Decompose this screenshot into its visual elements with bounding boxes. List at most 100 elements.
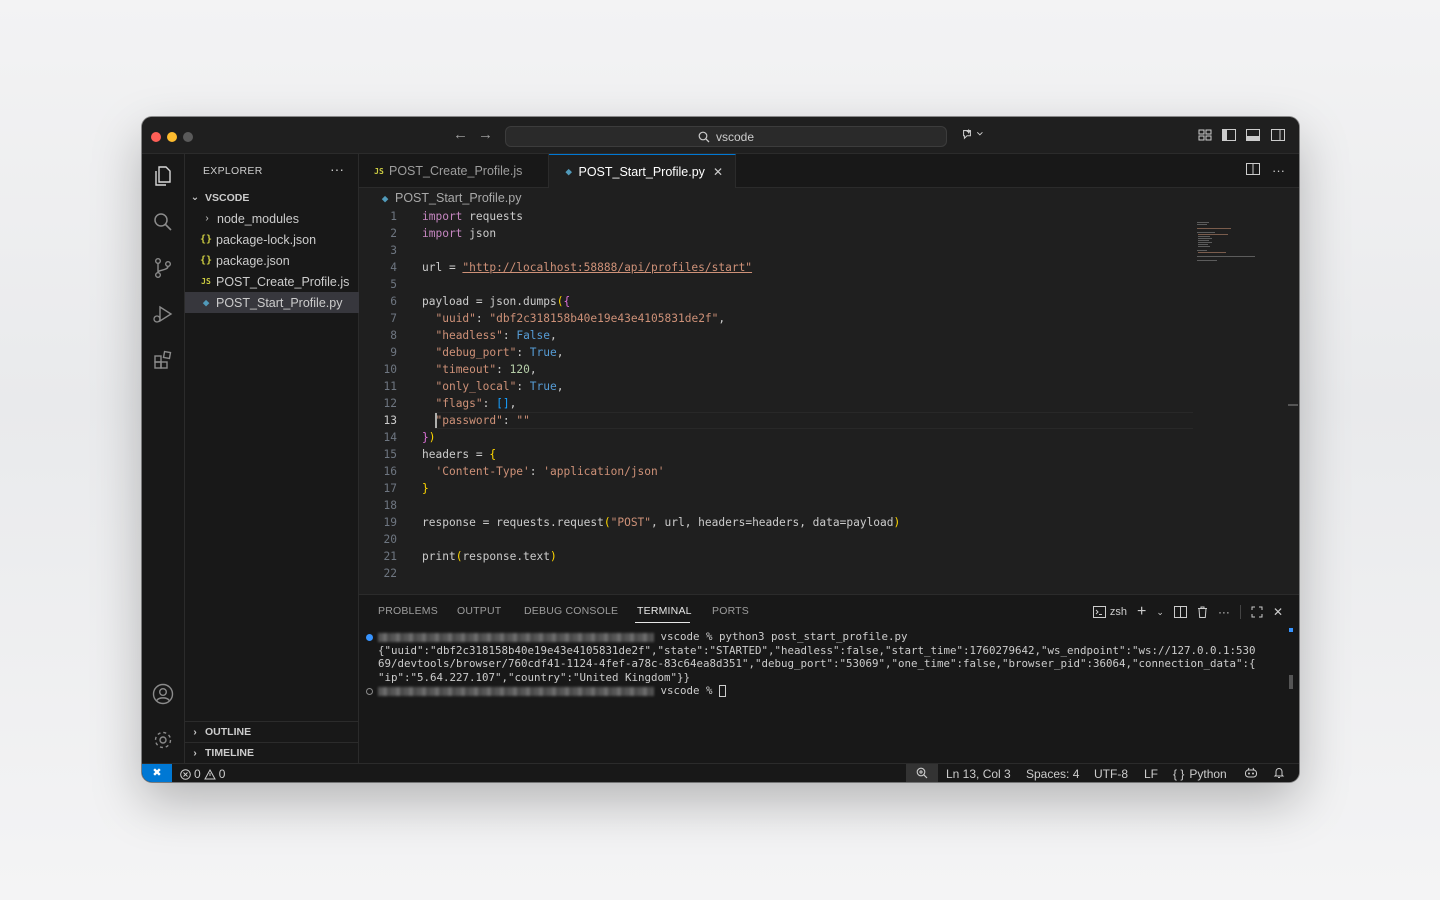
timeline-section-header[interactable]: › TIMELINE <box>185 742 359 763</box>
line-number: 20 <box>383 533 397 546</box>
problems-status[interactable]: 0 0 <box>180 767 225 781</box>
explorer-icon[interactable] <box>151 164 175 188</box>
root-folder-header[interactable]: ⌄ VSCODE <box>185 187 359 208</box>
command-pending-dot <box>366 688 373 695</box>
json-file-icon: {} <box>199 234 213 245</box>
command-center-search[interactable]: vscode <box>505 126 947 147</box>
extensions-icon[interactable] <box>151 348 175 372</box>
command-center-label: vscode <box>715 129 755 144</box>
tree-item-label: package.json <box>216 253 290 268</box>
new-terminal-icon[interactable]: + <box>1137 603 1146 621</box>
terminal-prompt-line[interactable]: vscode % <box>378 684 727 698</box>
explorer-sidebar: EXPLORER ··· ⌄ VSCODE › node_modules {} … <box>185 154 359 763</box>
error-count: 0 <box>194 767 201 781</box>
tree-item-package-lock[interactable]: {} package-lock.json <box>185 229 359 250</box>
tab-ports[interactable]: PORTS <box>712 605 749 617</box>
tab-problems[interactable]: PROBLEMS <box>378 605 438 617</box>
source-control-icon[interactable] <box>151 256 175 280</box>
shell-label: zsh <box>1109 606 1128 618</box>
active-tab-indicator <box>635 622 690 623</box>
language-mode[interactable]: { } Python <box>1173 767 1227 781</box>
tab-post-create-profile-js[interactable]: JS POST_Create_Profile.js <box>359 154 549 188</box>
tree-item-label: POST_Start_Profile.py <box>216 295 343 310</box>
customize-layout-icon[interactable] <box>1198 129 1212 141</box>
tree-item-create-profile-js[interactable]: JS POST_Create_Profile.js <box>185 271 359 292</box>
end-of-line[interactable]: LF <box>1144 767 1158 781</box>
code-editor[interactable]: 1 2 3 4 5 6 7 8 9 10 11 12 13 14 15 16 17 18 19 20 21 22 impo… <box>359 208 1299 594</box>
trash-icon[interactable] <box>1197 606 1208 618</box>
close-icon[interactable]: ✕ <box>713 165 723 179</box>
terminal-shell-selector[interactable]: zsh <box>1092 606 1128 618</box>
language-label: Python <box>1189 767 1227 781</box>
more-actions-icon[interactable]: ··· <box>1272 163 1285 178</box>
text-cursor <box>435 413 437 428</box>
maximize-panel-icon[interactable] <box>1251 606 1263 618</box>
editor-actions: ··· <box>1246 163 1285 178</box>
minimap[interactable] <box>1194 208 1264 268</box>
line-number: 22 <box>383 567 397 580</box>
accounts-icon[interactable] <box>151 682 175 706</box>
close-window-button[interactable] <box>151 132 161 142</box>
activity-bar <box>142 154 185 763</box>
zoom-icon[interactable] <box>906 764 938 782</box>
tab-label: POST_Create_Profile.js <box>389 164 523 178</box>
gear-icon[interactable] <box>151 728 175 752</box>
more-actions-icon[interactable]: ··· <box>330 161 344 177</box>
bell-icon[interactable] <box>1273 767 1285 782</box>
indentation[interactable]: Spaces: 4 <box>1026 767 1079 781</box>
split-terminal-icon[interactable] <box>1173 606 1187 618</box>
tree-item-label: POST_Create_Profile.js <box>216 274 350 289</box>
warning-count: 0 <box>218 767 226 781</box>
close-icon[interactable]: ✕ <box>1273 605 1283 619</box>
tree-item-label: package-lock.json <box>216 232 317 247</box>
breadcrumb-file: POST_Start_Profile.py <box>395 191 522 205</box>
root-folder-label: VSCODE <box>205 191 250 204</box>
braces-icon: { } <box>1173 767 1185 781</box>
split-editor-icon[interactable] <box>1246 163 1260 175</box>
vscode-window: ← → vscode EXPLORER ··· ⌄ VSCODE › node_… <box>142 117 1299 782</box>
breadcrumb[interactable]: ◆ POST_Start_Profile.py <box>359 188 1299 208</box>
explorer-title: EXPLORER <box>203 165 263 177</box>
terminal-icon <box>1092 606 1106 618</box>
line-number: 3 <box>390 244 397 257</box>
tree-item-package-json[interactable]: {} package.json <box>185 250 359 271</box>
python-file-icon: ◆ <box>565 165 573 178</box>
go-forward-icon[interactable]: → <box>478 127 493 143</box>
chevron-right-icon: › <box>193 747 197 759</box>
tree-item-node-modules[interactable]: › node_modules <box>185 208 359 229</box>
scrollbar-marker[interactable] <box>1288 404 1298 406</box>
terminal-scrollbar[interactable] <box>1289 675 1293 689</box>
scrollbar-marker <box>1289 628 1293 632</box>
chevron-down-icon[interactable]: ⌄ <box>1156 607 1164 618</box>
toggle-secondary-sidebar-icon[interactable] <box>1271 129 1285 141</box>
terminal-command-line[interactable]: vscode % python3 post_start_profile.py <box>378 630 908 644</box>
copilot-chat-icon[interactable] <box>960 128 986 140</box>
terminal-output-line: "ip":"5.64.227.107","country":"United Ki… <box>378 670 691 684</box>
terminal-output-line: 69/devtools/browser/760cdf41-1124-4fef-a… <box>378 657 1256 670</box>
line-number: 18 <box>383 499 397 512</box>
minimize-window-button[interactable] <box>167 132 177 142</box>
toggle-primary-sidebar-icon[interactable] <box>1222 129 1236 141</box>
copilot-icon[interactable] <box>1244 767 1258 782</box>
error-icon <box>180 768 191 780</box>
encoding[interactable]: UTF-8 <box>1094 767 1128 781</box>
tab-output[interactable]: OUTPUT <box>457 605 501 617</box>
more-actions-icon[interactable]: ··· <box>1218 605 1230 619</box>
tab-debug-console[interactable]: DEBUG CONSOLE <box>524 605 618 617</box>
toggle-panel-icon[interactable] <box>1246 129 1260 141</box>
tab-post-start-profile-py[interactable]: ◆ POST_Start_Profile.py ✕ <box>549 154 736 188</box>
go-back-icon[interactable]: ← <box>453 127 468 143</box>
chevron-right-icon: › <box>205 213 209 224</box>
js-file-icon: JS <box>201 277 211 286</box>
chevron-down-icon: ⌄ <box>190 192 200 203</box>
remote-indicator-icon[interactable]: ✖ <box>142 764 172 782</box>
zoom-window-button[interactable] <box>183 132 193 142</box>
tree-item-start-profile-py[interactable]: ◆ POST_Start_Profile.py <box>185 292 359 313</box>
status-bar: ✖ 0 0 Ln 13, Col 3 Spaces: 4 UTF-8 LF { … <box>142 763 1299 782</box>
cursor-position[interactable]: Ln 13, Col 3 <box>946 767 1011 781</box>
timeline-label: TIMELINE <box>205 747 254 759</box>
outline-section-header[interactable]: › OUTLINE <box>185 721 359 742</box>
tab-terminal[interactable]: TERMINAL <box>637 605 692 617</box>
search-icon[interactable] <box>151 210 175 234</box>
run-debug-icon[interactable] <box>151 302 175 326</box>
